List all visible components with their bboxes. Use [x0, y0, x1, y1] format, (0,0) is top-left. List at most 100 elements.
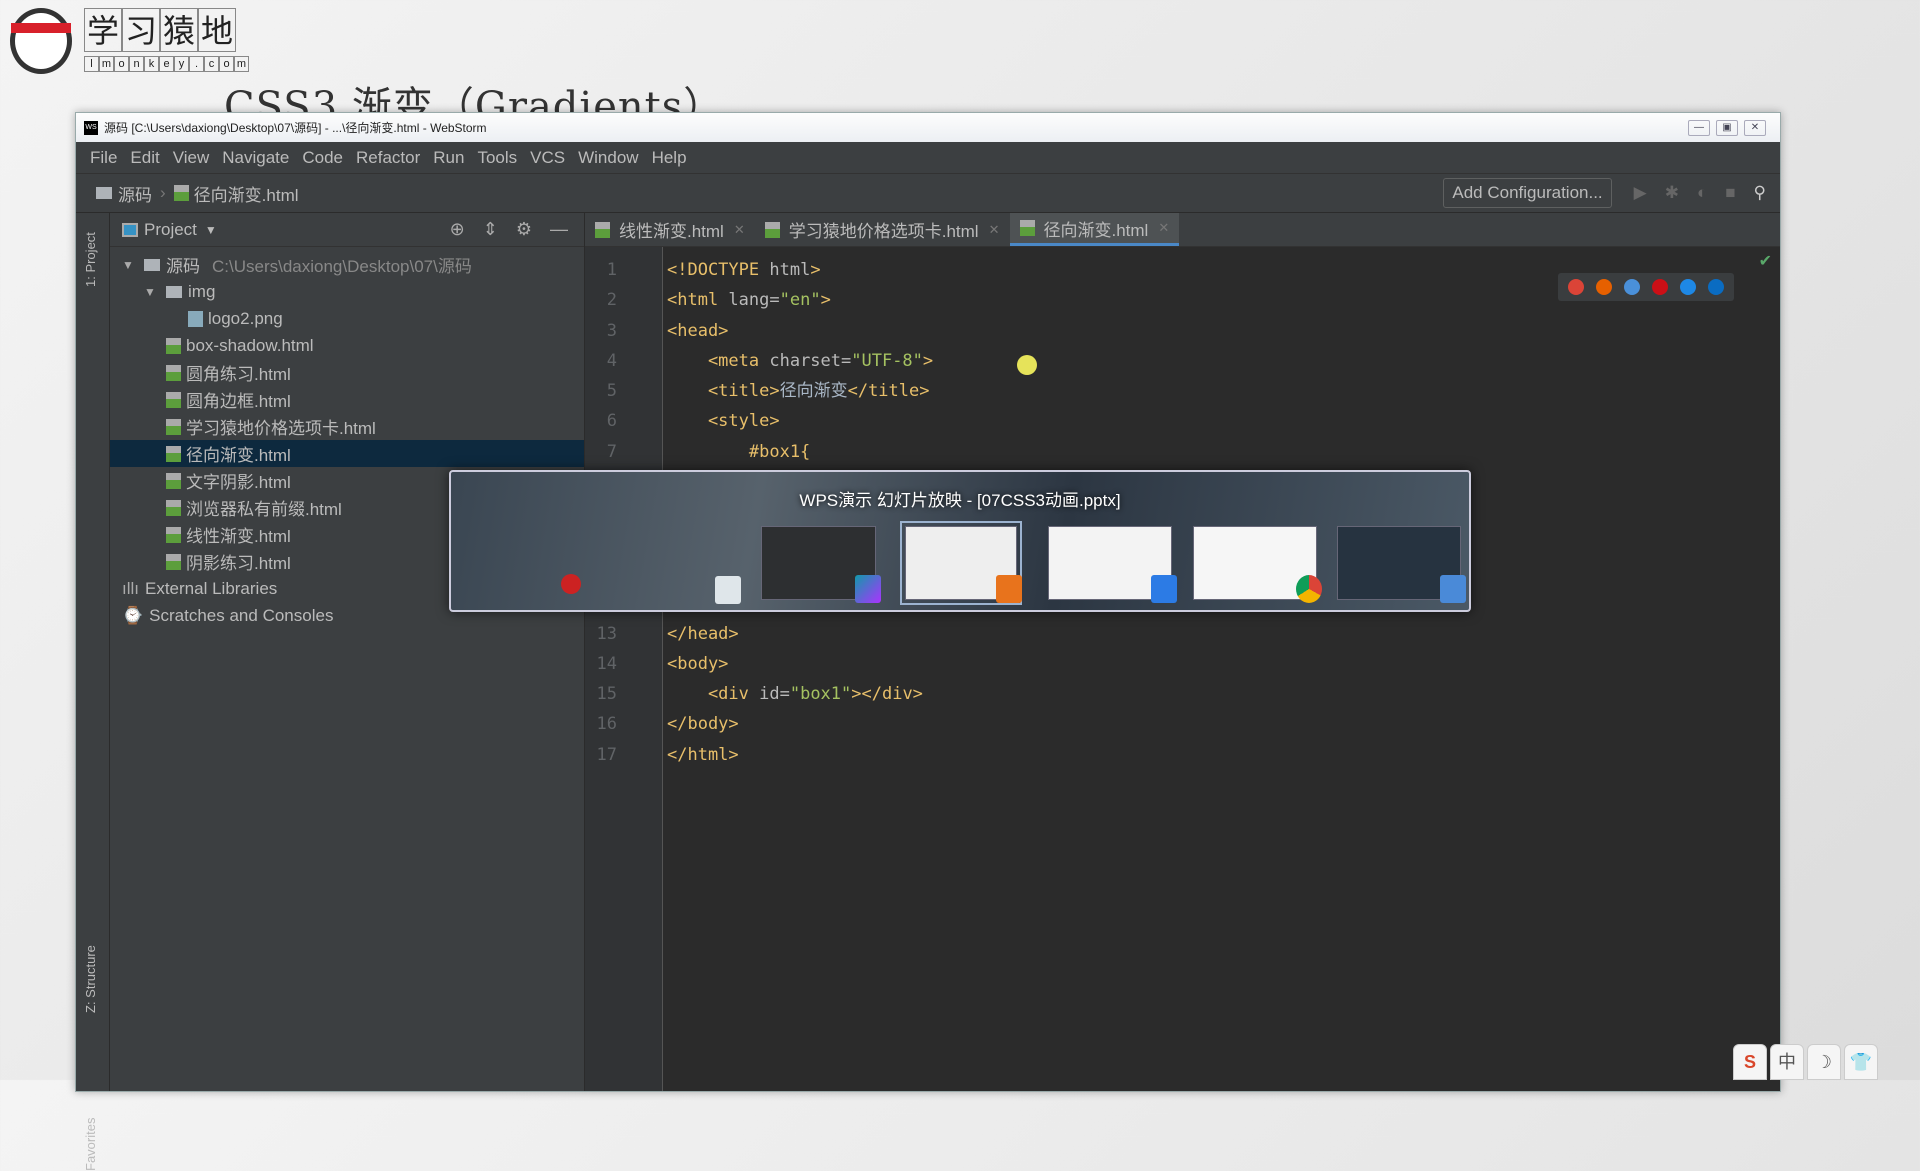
debug-icon[interactable]: ✱ [1665, 183, 1679, 203]
locate-icon[interactable]: ⊕ [450, 219, 465, 240]
menu-window[interactable]: Window [578, 148, 638, 168]
stop-icon[interactable]: ■ [1725, 183, 1735, 203]
editor-tab[interactable]: 学习猿地价格选项卡.html ✕ [755, 213, 1010, 246]
menu-navigate[interactable]: Navigate [222, 148, 289, 168]
menu-file[interactable]: File [90, 148, 117, 168]
menu-view[interactable]: View [173, 148, 210, 168]
close-tab-icon[interactable]: ✕ [734, 222, 745, 238]
code-line: 14 <body> [585, 649, 1780, 679]
logo-letter: n [129, 56, 144, 72]
tree-item[interactable]: 圆角边框.html [110, 386, 584, 413]
menu-vcs[interactable]: VCS [530, 148, 565, 168]
editor-tab[interactable]: 线性渐变.html ✕ [585, 213, 755, 246]
folder-icon [166, 285, 182, 298]
code-line: 1 <!DOCTYPE html > [585, 255, 1780, 285]
logo-letter: l [84, 56, 99, 72]
logo-char: 习 [122, 8, 160, 52]
task-thumb-webstorm[interactable] [761, 526, 881, 603]
tree-item[interactable]: ▼ 源码 C:\Users\daxiong\Desktop\07\源码 [110, 251, 584, 278]
code-token: > [922, 350, 934, 371]
html-icon [166, 499, 181, 516]
logo-letter: y [174, 56, 189, 72]
tree-item[interactable]: 圆角练习.html [110, 359, 584, 386]
html-icon [166, 445, 181, 462]
close-tab-icon[interactable]: ✕ [1158, 220, 1169, 236]
chevron-down-icon[interactable]: ▼ [205, 223, 217, 237]
tree-item-label: External Libraries [145, 578, 278, 598]
tree-item[interactable]: logo2.png [110, 305, 584, 332]
ime-language-toggle[interactable]: 中 [1770, 1044, 1804, 1080]
skin-shirt-icon[interactable]: 👕 [1844, 1044, 1878, 1080]
sogou-icon[interactable]: S [1733, 1044, 1767, 1080]
code-line: 17 </html> [585, 740, 1780, 770]
close-button[interactable]: ✕ [1744, 119, 1766, 136]
editor[interactable]: 线性渐变.html ✕ 学习猿地价格选项卡.html ✕ 径向渐变.html ✕ ✔ 1 <… [585, 213, 1780, 1091]
project-view-selector[interactable]: Project [144, 220, 197, 240]
menu-code[interactable]: Code [302, 148, 343, 168]
record-icon [561, 574, 581, 594]
task-thumb-chrome[interactable] [1193, 526, 1322, 603]
editor-tabs: 线性渐变.html ✕ 学习猿地价格选项卡.html ✕ 径向渐变.html ✕ [585, 213, 1780, 247]
task-thumb-wps-slides[interactable] [900, 521, 1022, 605]
line-number: 6 [606, 411, 617, 432]
menu-help[interactable]: Help [652, 148, 687, 168]
tree-item-label: logo2.png [208, 308, 283, 328]
project-tool-button[interactable]: 1: Project [83, 232, 98, 287]
search-icon[interactable]: ⚲ [1754, 183, 1766, 203]
html-icon [166, 472, 181, 489]
mouse-cursor-highlight [1017, 355, 1037, 375]
expand-arrow-icon[interactable]: ▼ [144, 285, 158, 299]
html-icon [166, 553, 181, 570]
html-file-icon [764, 221, 780, 238]
close-tab-icon[interactable]: ✕ [989, 222, 1000, 238]
tree-item[interactable]: ▼ img [110, 278, 584, 305]
moon-icon[interactable]: ☽ [1807, 1044, 1841, 1080]
task-thumb-wps-writer[interactable] [1048, 526, 1177, 603]
html-icon [166, 418, 181, 435]
code-token: charset= [769, 350, 852, 371]
breadcrumb-root[interactable]: 源码 [118, 181, 152, 206]
tree-item[interactable]: 学习猿地价格选项卡.html [110, 413, 584, 440]
code-token: "UTF-8" [851, 350, 923, 371]
menu-refactor[interactable]: Refactor [356, 148, 420, 168]
tree-item-label: 源码 [166, 257, 200, 276]
favorites-tool-button[interactable]: Favorites [83, 1118, 98, 1171]
code-token: html [769, 260, 811, 280]
gear-icon[interactable]: ⚙ [516, 219, 532, 240]
webstorm-icon: WS [84, 120, 98, 135]
add-configuration-button[interactable]: Add Configuration... [1443, 178, 1612, 208]
code-token: <html [667, 290, 729, 311]
hide-icon[interactable]: — [550, 219, 568, 240]
line-number: 17 [596, 744, 617, 765]
tree-item[interactable]: 径向渐变.html [110, 440, 584, 467]
editor-tab[interactable]: 径向渐变.html ✕ [1009, 213, 1180, 246]
run-icon[interactable]: ▶ [1634, 183, 1647, 203]
expand-arrow-icon[interactable]: ▼ [122, 258, 136, 272]
tree-item-label: 径向渐变.html [186, 446, 291, 465]
tree-item[interactable]: box-shadow.html [110, 332, 584, 359]
logo-char: 猿 [160, 8, 198, 52]
task-thumb-desktop[interactable] [1337, 526, 1466, 603]
menu-tools[interactable]: Tools [477, 148, 517, 168]
breadcrumb-file[interactable]: 径向渐变.html [194, 181, 299, 206]
maximize-button[interactable]: ▣ [1716, 119, 1738, 136]
line-number: 2 [606, 290, 617, 311]
window-title: 源码 [C:\Users\daxiong\Desktop\07\源码] - ..… [104, 121, 487, 135]
coverage-icon[interactable]: ◐ [1697, 183, 1707, 203]
logo-letter: o [114, 56, 129, 72]
code-token: "en" [779, 290, 821, 311]
minimize-button[interactable]: — [1688, 119, 1710, 136]
code-line: 2 <html lang= "en" > [585, 285, 1780, 315]
structure-tool-button[interactable]: Z: Structure [83, 945, 98, 1013]
code-line: 16 </body> [585, 709, 1780, 739]
code-line: 3 <head> [585, 316, 1780, 346]
logo-letter: c [204, 56, 219, 72]
html-icon [166, 391, 181, 408]
line-number: 15 [596, 684, 617, 705]
menu-run[interactable]: Run [433, 148, 464, 168]
html-file-icon [1019, 220, 1035, 236]
code-token: <meta [667, 350, 770, 371]
window-icon [715, 576, 741, 604]
menu-edit[interactable]: Edit [130, 148, 159, 168]
collapse-all-icon[interactable]: ⇕ [483, 219, 498, 240]
